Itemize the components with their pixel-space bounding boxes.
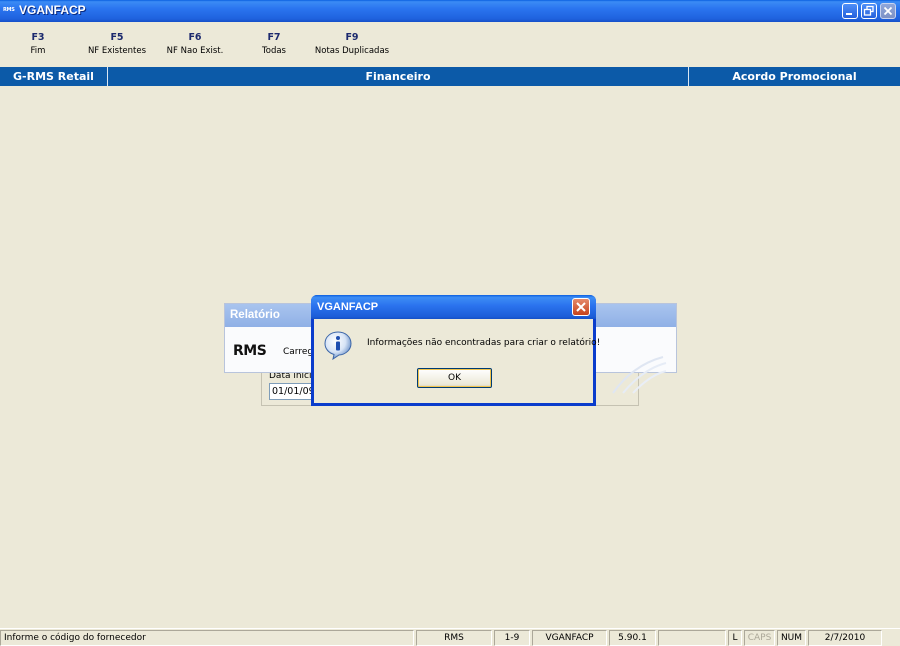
status-caps-indicator: CAPS: [744, 630, 775, 646]
fkey-code: F3: [31, 32, 45, 43]
rms-logo: RMS: [233, 343, 267, 359]
header-product: G-RMS Retail: [13, 70, 94, 83]
fkey-f9-notas-duplicadas[interactable]: F9 Notas Duplicadas: [310, 31, 394, 57]
status-l-indicator: L: [728, 630, 742, 646]
fkey-f5-nf-existentes[interactable]: F5 NF Existentes: [82, 31, 152, 57]
status-num-indicator: NUM: [777, 630, 806, 646]
fkey-f6-nf-nao-exist[interactable]: F6 NF Nao Exist.: [160, 31, 230, 57]
status-program: VGANFACP: [532, 630, 607, 646]
decorative-swoosh-icon: [612, 356, 667, 394]
status-bar: Informe o código do fornecedor RMS 1-9 V…: [0, 628, 900, 646]
dialog-close-button[interactable]: [572, 298, 590, 316]
restore-button[interactable]: [861, 3, 877, 19]
fkey-code: F7: [267, 32, 281, 43]
message-dialog: VGANFACP Informações não encontradas par…: [311, 295, 600, 406]
close-icon: [883, 6, 893, 16]
close-icon: [576, 302, 586, 312]
fkey-label: NF Existentes: [87, 46, 147, 56]
fkey-code: F9: [345, 32, 359, 43]
message-dialog-body: Informações não encontradas para criar o…: [314, 319, 600, 403]
header-module: Financeiro: [365, 70, 431, 83]
minimize-button[interactable]: [842, 3, 858, 19]
status-message: Informe o código do fornecedor: [0, 630, 414, 646]
fkey-label: Fim: [30, 46, 46, 56]
function-key-toolbar: F3 Fim F5 NF Existentes F6 NF Nao Exist.…: [0, 22, 900, 66]
message-text: Informações não encontradas para criar o…: [367, 338, 601, 348]
fkey-code: F5: [110, 32, 124, 43]
fkey-label: NF Nao Exist.: [166, 46, 224, 56]
fkey-label: Todas: [262, 46, 286, 56]
info-icon: [324, 331, 352, 360]
app-icon: RMS: [3, 7, 15, 13]
loading-text: Carreg: [283, 347, 314, 357]
message-dialog-title: VGANFACP: [317, 301, 379, 313]
module-header-band: G-RMS Retail Financeiro Acordo Promocion…: [0, 67, 900, 86]
message-dialog-titlebar[interactable]: VGANFACP: [311, 295, 596, 319]
window-title: VGANFACP: [19, 3, 86, 17]
status-system: RMS: [416, 630, 492, 646]
restore-icon: [863, 5, 874, 16]
status-blank: [658, 630, 726, 646]
minimize-icon: [846, 13, 852, 15]
ok-button[interactable]: OK: [417, 368, 492, 388]
close-button[interactable]: [880, 3, 896, 19]
status-version: 5.90.1: [609, 630, 656, 646]
fkey-f7-todas[interactable]: F7 Todas: [249, 31, 299, 57]
fkey-f3-fim[interactable]: F3 Fim: [18, 31, 58, 57]
fkey-code: F6: [188, 32, 202, 43]
fkey-label: Notas Duplicadas: [314, 46, 390, 56]
window-titlebar[interactable]: RMS VGANFACP: [0, 0, 900, 22]
report-window-title: Relatório: [230, 309, 280, 321]
status-range: 1-9: [494, 630, 530, 646]
status-date: 2/7/2010: [808, 630, 882, 646]
header-function: Acordo Promocional: [732, 70, 857, 83]
